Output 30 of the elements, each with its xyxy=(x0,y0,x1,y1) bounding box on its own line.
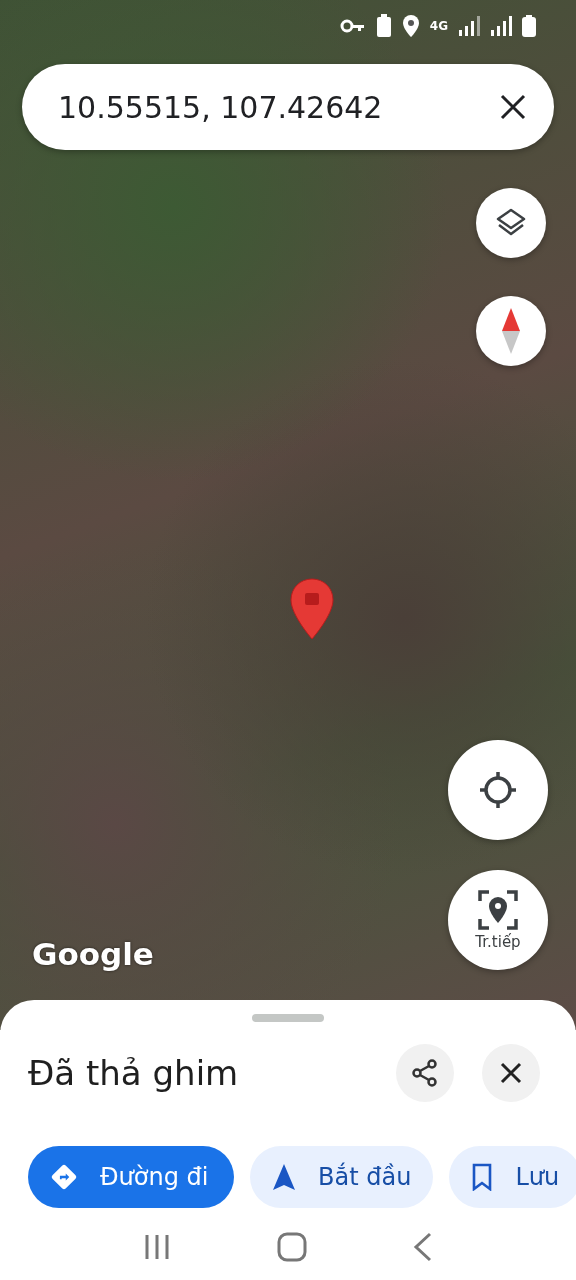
crosshair-icon xyxy=(478,770,518,810)
share-icon xyxy=(411,1059,439,1087)
map-pin-icon xyxy=(290,578,334,640)
compass-icon xyxy=(502,308,520,354)
back-icon[interactable] xyxy=(413,1232,433,1262)
signal-icon xyxy=(458,16,480,36)
coordinates-text: 10.55515, 107.42642 xyxy=(58,89,384,125)
home-icon[interactable] xyxy=(277,1232,307,1262)
live-view-button[interactable]: Tr.tiếp xyxy=(448,870,548,970)
key-icon xyxy=(339,18,366,34)
search-bar[interactable]: 10.55515, 107.42642 xyxy=(22,64,554,150)
map-logo: Google xyxy=(32,936,154,972)
location-icon xyxy=(401,14,420,38)
recent-apps-icon[interactable] xyxy=(143,1233,171,1261)
bookmark-icon xyxy=(471,1163,494,1191)
layers-button[interactable] xyxy=(476,188,546,258)
close-icon[interactable] xyxy=(500,94,526,120)
network-type-label: 4G xyxy=(429,19,448,33)
compass-button[interactable] xyxy=(476,296,546,366)
close-icon xyxy=(500,1062,522,1084)
sheet-title: Đã thả ghim xyxy=(28,1053,240,1093)
save-button[interactable]: Lưu xyxy=(449,1146,576,1208)
battery-saver-icon xyxy=(375,14,392,38)
directions-button[interactable]: Đường đi xyxy=(28,1146,234,1208)
navigation-arrow-icon xyxy=(272,1163,296,1191)
start-button[interactable]: Bắt đầu xyxy=(250,1146,434,1208)
battery-icon xyxy=(522,15,536,37)
signal-icon xyxy=(490,16,512,36)
drag-handle[interactable] xyxy=(252,1014,324,1022)
scan-pin-icon xyxy=(477,889,519,931)
